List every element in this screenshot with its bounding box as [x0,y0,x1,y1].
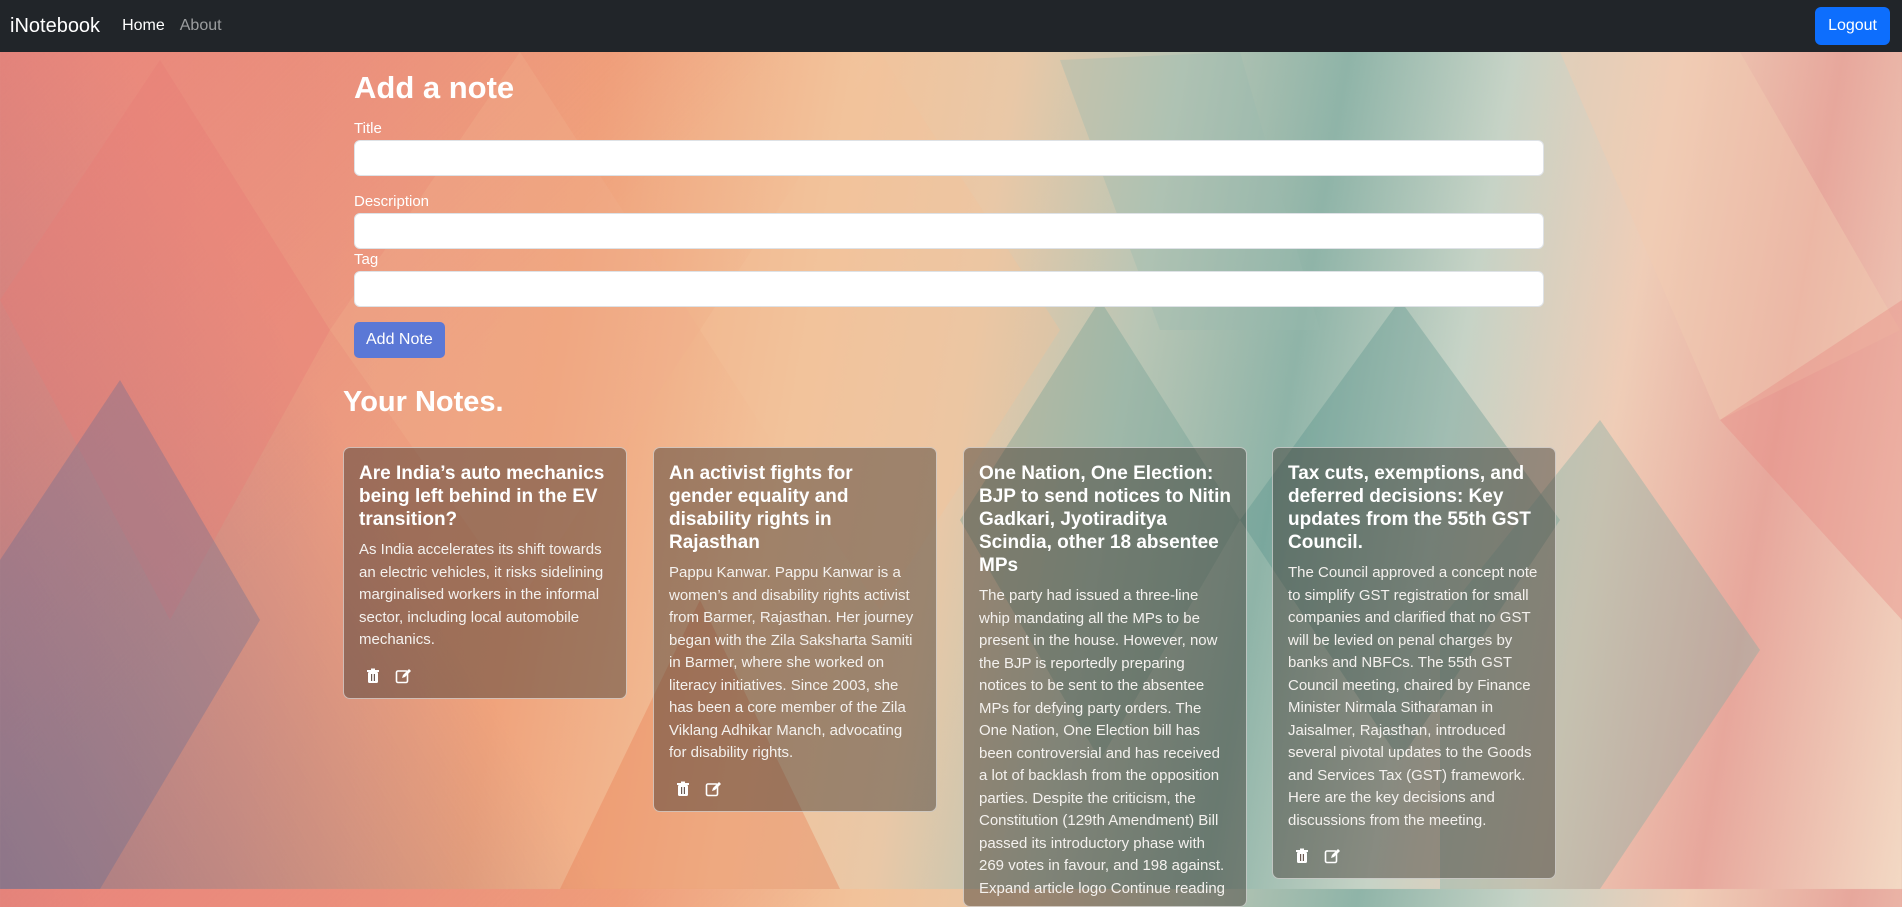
note-actions [1288,848,1540,864]
note-description: As India accelerates its shift towards a… [359,541,604,648]
edit-icon[interactable] [395,668,411,684]
add-note-heading: Add a note [354,70,515,105]
title-input[interactable] [354,140,1544,176]
navbar: iNotebook Home About Logout [0,0,1902,52]
note-card: Tax cuts, exemptions, and deferred decis… [1272,447,1556,879]
tag-label: Tag [354,251,379,268]
edit-icon[interactable] [1324,848,1340,864]
nav-link-home[interactable]: Home [122,17,165,35]
brand-logo[interactable]: iNotebook [10,15,100,38]
title-label: Title [354,120,382,137]
add-note-button[interactable]: Add Note [354,322,445,358]
note-description: The party had issued a three-line whip m… [979,587,1225,897]
note-actions [669,781,921,797]
note-card: One Nation, One Election: BJP to send no… [963,447,1247,907]
logout-button[interactable]: Logout [1815,7,1890,45]
trash-icon[interactable] [365,668,381,684]
note-card: An activist fights for gender equality a… [653,447,937,812]
add-note-form: Add a note Title Description Tag Add Not… [354,52,1546,358]
note-title: An activist fights for gender equality a… [669,463,853,553]
note-title: One Nation, One Election: BJP to send no… [979,463,1231,576]
description-input[interactable] [354,213,1544,249]
your-notes-heading: Your Notes. [343,386,504,418]
tag-input[interactable] [354,271,1544,307]
note-title: Are India’s auto mechanics being left be… [359,463,605,530]
nav-link-about[interactable]: About [180,17,222,35]
edit-icon[interactable] [705,781,721,797]
note-actions [359,668,611,684]
background-art [0,0,1902,889]
trash-icon[interactable] [1294,848,1310,864]
trash-icon[interactable] [675,781,691,797]
note-description: The Council approved a concept note to s… [1288,564,1538,829]
note-description: Pappu Kanwar. Pappu Kanwar is a women’s … [669,564,914,761]
description-label: Description [354,193,430,210]
note-title: Tax cuts, exemptions, and deferred decis… [1288,463,1531,553]
note-card: Are India’s auto mechanics being left be… [343,447,627,699]
